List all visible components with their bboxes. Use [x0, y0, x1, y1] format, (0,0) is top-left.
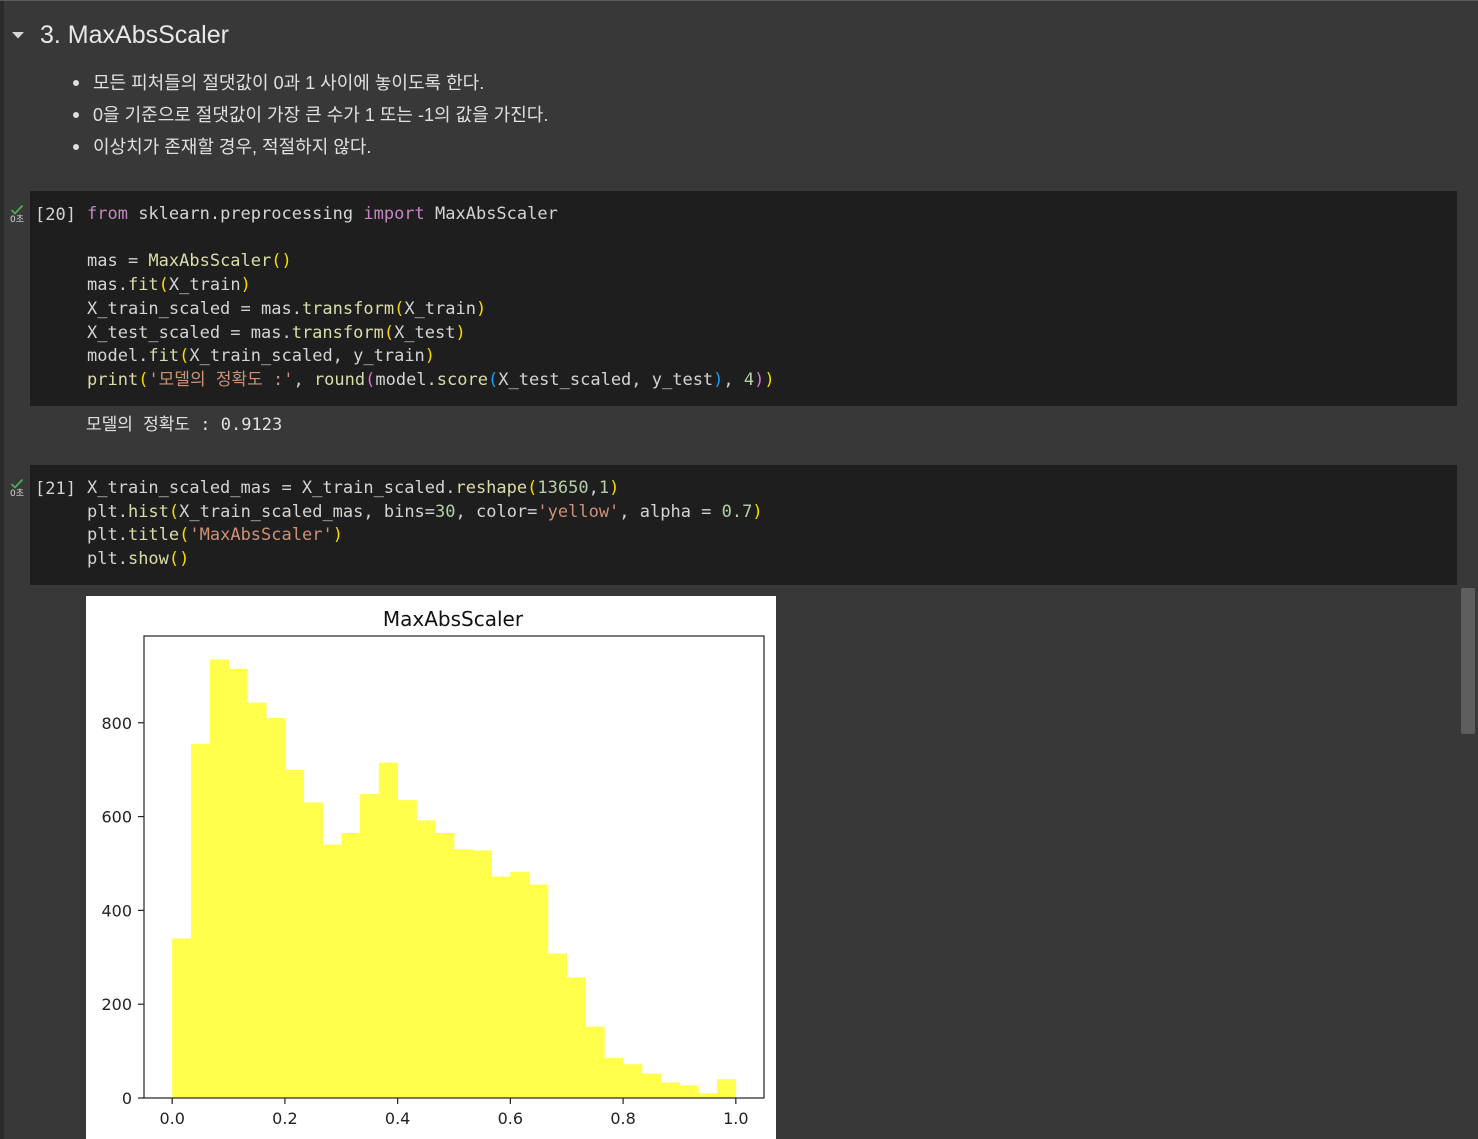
- y-tick-label: 0: [122, 1089, 132, 1108]
- histogram-bar: [604, 1058, 624, 1098]
- histogram-bar: [209, 659, 229, 1098]
- check-icon: [10, 478, 24, 489]
- left-gutter: [0, 1, 4, 1139]
- histogram-bar: [641, 1073, 662, 1098]
- histogram-bar: [341, 832, 361, 1098]
- bullet-text: 이상치가 존재할 경우, 적절하지 않다.: [93, 137, 372, 157]
- x-tick-label: 0.4: [385, 1109, 410, 1128]
- histogram-bar: [585, 1026, 605, 1098]
- histogram-bar: [284, 769, 305, 1098]
- code-line: plt.hist(X_train_scaled_mas, bins=30, co…: [87, 501, 763, 522]
- histogram-bar: [660, 1082, 680, 1098]
- y-tick-label: 400: [101, 901, 132, 920]
- histogram-bar: [491, 876, 511, 1098]
- histogram-bar: [623, 1064, 643, 1098]
- histogram-bar: [228, 668, 248, 1098]
- histogram-bar: [566, 977, 586, 1098]
- execution-time: 0초: [9, 215, 24, 225]
- bullet-dot: [73, 144, 79, 150]
- histogram-bar: [510, 871, 530, 1098]
- code-line: plt.title('MaxAbsScaler'): [87, 525, 343, 546]
- code-line: print('모델의 정확도 :', round(model.score(X_t…: [87, 369, 775, 390]
- histogram-bar: [472, 850, 492, 1098]
- code-line: X_train_scaled_mas = X_train_scaled.resh…: [87, 478, 620, 498]
- bullet-dot: [73, 80, 79, 86]
- code-line: X_test_scaled = mas.transform(X_test): [87, 322, 466, 343]
- y-tick-label: 200: [101, 995, 132, 1014]
- histogram-chart: MaxAbsScaler 0.0 0.2 0.4 0.6 0.8 1.0 0 200 400 60…: [101, 607, 765, 1128]
- histogram-bar: [453, 849, 474, 1098]
- histogram-bar: [172, 938, 192, 1098]
- bullet-dot: [73, 112, 79, 118]
- caret-down-icon: [12, 32, 24, 39]
- histogram-bar: [716, 1079, 737, 1098]
- histogram-bar: [322, 844, 342, 1098]
- code-editor[interactable]: X_train_scaled_mas = X_train_scaled.resh…: [87, 477, 763, 572]
- histogram-bar: [698, 1093, 718, 1098]
- histogram-bar: [529, 884, 549, 1098]
- code-token: import: [363, 204, 425, 224]
- section-title: 3. MaxAbsScaler: [40, 20, 229, 49]
- code-line: model.fit(X_train_scaled, y_train): [87, 346, 436, 367]
- y-tick-label: 600: [101, 808, 132, 827]
- histogram-bar: [435, 832, 455, 1098]
- plot-output: MaxAbsScaler 0.0 0.2 0.4 0.6 0.8 1.0 0 200 400 60…: [86, 596, 776, 1139]
- bullet-text: 0을 기준으로 절댓값이 가장 큰 수가 1 또는 -1의 값을 가진다.: [93, 105, 549, 125]
- execution-time: 0초: [9, 489, 24, 499]
- histogram-bar: [679, 1085, 699, 1098]
- cell-run-status[interactable]: 0초: [7, 204, 27, 225]
- histogram-bar: [247, 702, 267, 1098]
- x-tick-label: 0.2: [272, 1109, 297, 1128]
- code-line: from sklearn.preprocessing import MaxAbs…: [87, 204, 558, 224]
- list-item: 이상치가 존재할 경우, 적절하지 않다.: [70, 131, 548, 163]
- chart-title: MaxAbsScaler: [383, 607, 524, 631]
- cell-run-status[interactable]: 0초: [7, 478, 27, 499]
- histogram-bars: [172, 659, 737, 1098]
- cell-output: 모델의 정확도 : 0.9123: [86, 415, 283, 435]
- x-tick-label: 0.8: [610, 1109, 635, 1128]
- x-tick-label: 1.0: [723, 1109, 748, 1128]
- execution-count: [20]: [35, 205, 76, 225]
- code-token: from: [87, 204, 128, 224]
- histogram-bar: [416, 820, 436, 1098]
- section-header: 3. MaxAbsScaler: [0, 15, 229, 55]
- code-editor[interactable]: from sklearn.preprocessing import MaxAbs…: [87, 203, 775, 393]
- code-cell[interactable]: [20] from sklearn.preprocessing import M…: [30, 191, 1457, 406]
- histogram-bar: [303, 802, 323, 1098]
- code-line: X_train_scaled = mas.transform(X_train): [87, 298, 487, 319]
- code-line: mas = MaxAbsScaler(): [87, 251, 292, 272]
- bullet-list: 모든 피처들의 절댓값이 0과 1 사이에 놓이도록 한다. 0을 기준으로 절…: [70, 67, 548, 163]
- x-tick-label: 0.6: [498, 1109, 523, 1128]
- y-tick-label: 800: [101, 714, 132, 733]
- check-icon: [10, 204, 24, 215]
- code-cell[interactable]: [21] X_train_scaled_mas = X_train_scaled…: [30, 465, 1457, 585]
- code-line: mas.fit(X_train): [87, 275, 251, 296]
- histogram-bar: [266, 718, 286, 1098]
- histogram-bar: [397, 800, 417, 1098]
- bullet-text: 모든 피처들의 절댓값이 0과 1 사이에 놓이도록 한다.: [93, 73, 485, 93]
- histogram-bar: [378, 762, 399, 1098]
- code-line: plt.show(): [87, 549, 190, 570]
- notebook-page: 3. MaxAbsScaler 모든 피처들의 절댓값이 0과 1 사이에 놓이…: [0, 0, 1478, 1139]
- list-item: 모든 피처들의 절댓값이 0과 1 사이에 놓이도록 한다.: [70, 67, 548, 99]
- list-item: 0을 기준으로 절댓값이 가장 큰 수가 1 또는 -1의 값을 가진다.: [70, 99, 548, 131]
- execution-count: [21]: [35, 479, 76, 499]
- x-tick-label: 0.0: [159, 1109, 184, 1128]
- histogram-bar: [190, 743, 211, 1098]
- scrollbar-thumb[interactable]: [1461, 588, 1475, 734]
- histogram-bar: [547, 953, 568, 1098]
- histogram-bar: [360, 794, 380, 1098]
- collapse-toggle-button[interactable]: [0, 15, 36, 55]
